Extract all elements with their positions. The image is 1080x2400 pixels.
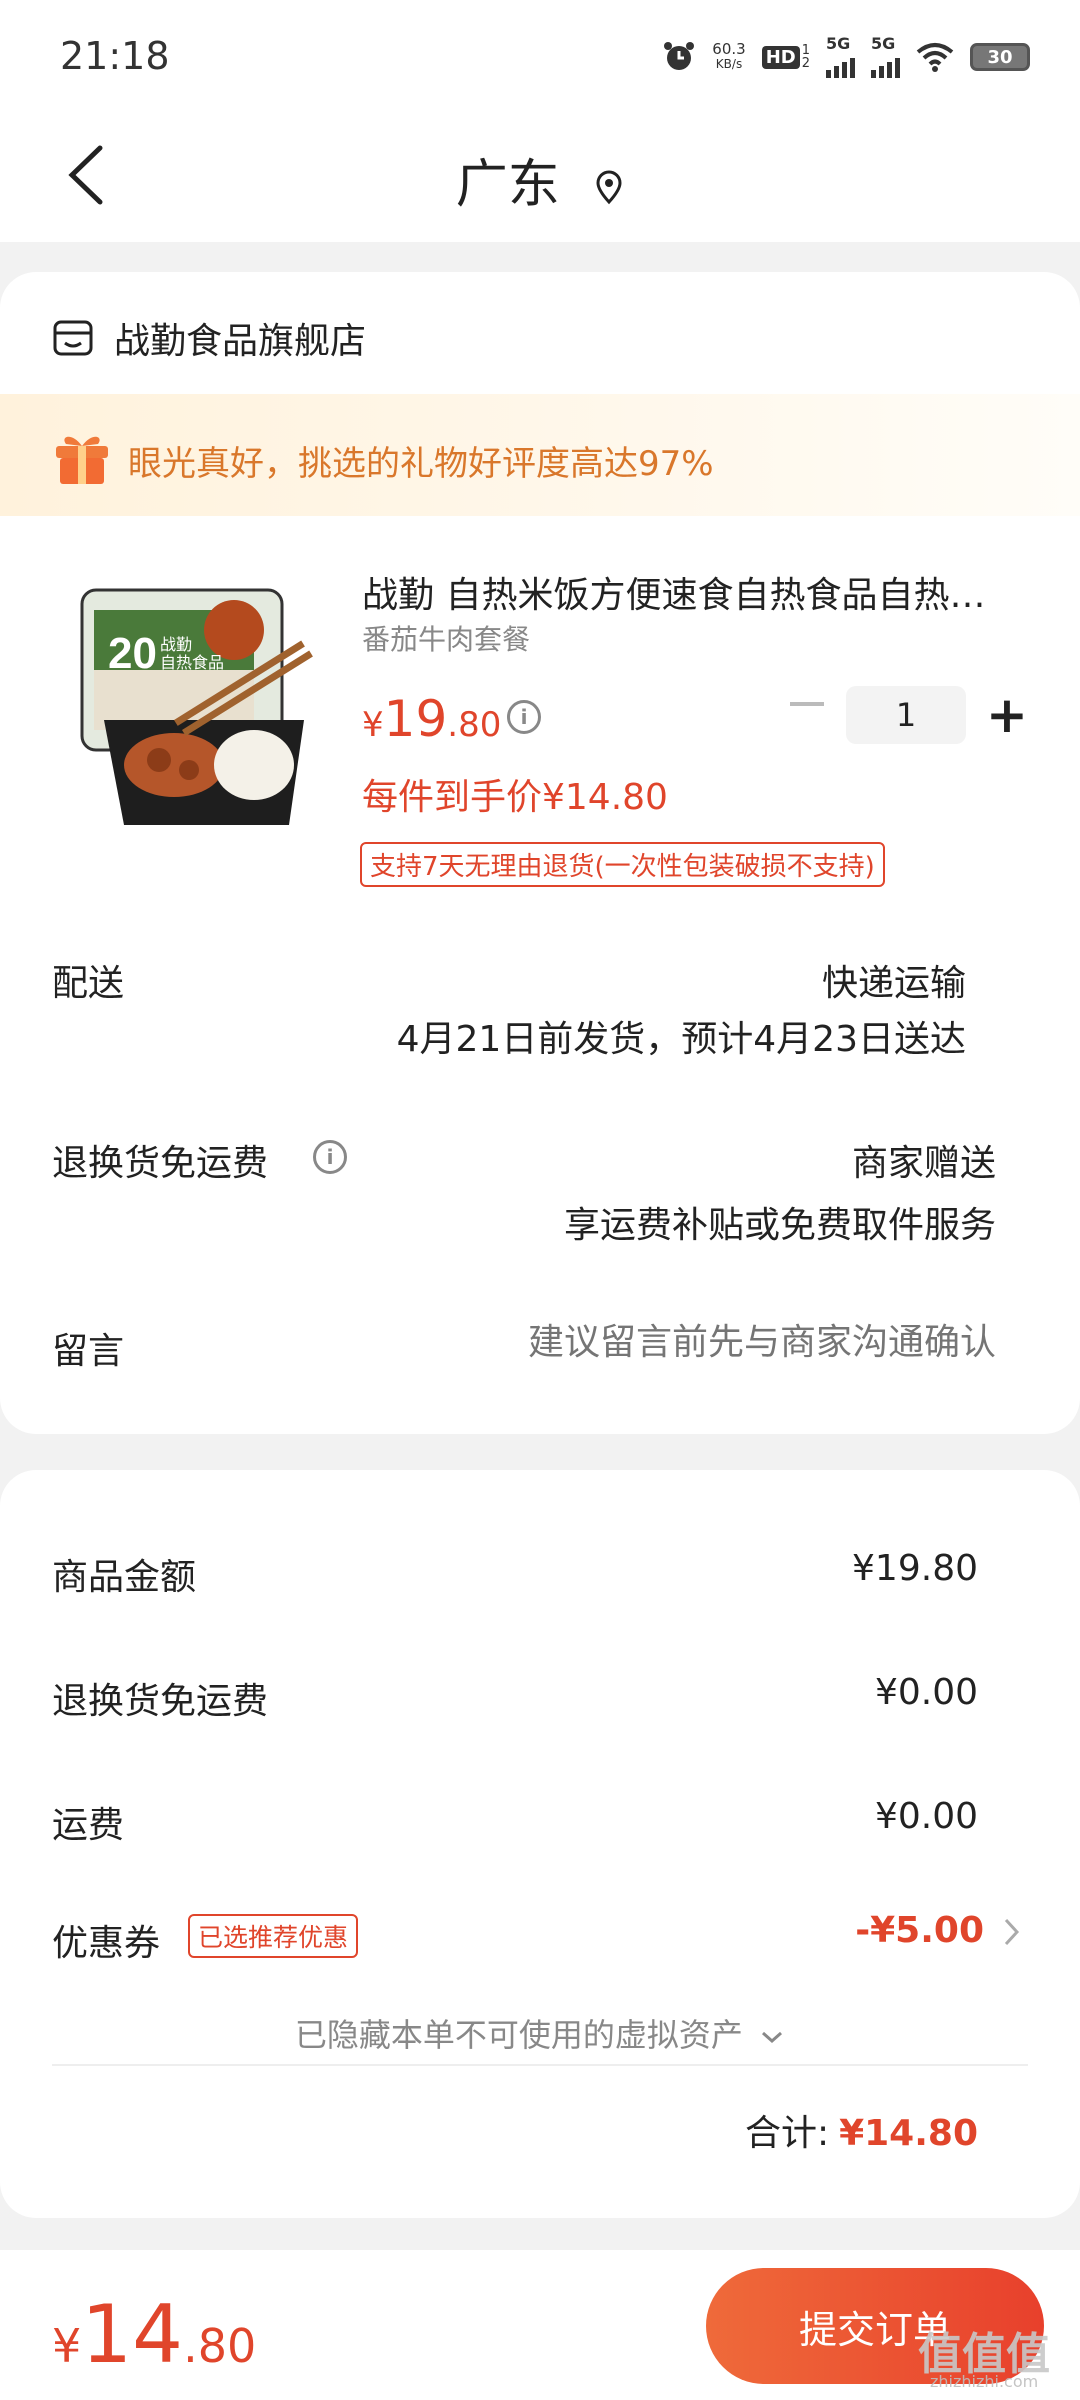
sim2-label: 5G [871,34,896,53]
return-shipping-value: 商家赠送 [851,1143,996,1184]
each-price: 每件到手价¥14.80 [362,777,668,818]
message-input[interactable] [436,1312,996,1372]
product-title[interactable]: 战勤 自热米饭方便速食自热食品自热米饭 [362,566,1002,618]
coupon-tag: 已选推荐优惠 [188,1914,359,1958]
net-speed-value: 60.3 [712,40,746,58]
hd-subscripts: 1 2 [802,44,810,70]
return-policy-tag: 支持7天无理由退货(一次性包装破损不支持) [360,842,885,887]
product-image-number: 20 [108,629,157,678]
shipping-value: ¥0.00 [874,1796,978,1837]
goods-amount-value: ¥19.80 [852,1548,978,1589]
bottom-price-integer: 14 [81,2288,184,2381]
product-image-brand: 战勤 [160,635,192,654]
chevron-down-icon [762,2031,783,2044]
coupon-value[interactable]: -¥5.00 [855,1910,984,1951]
product-variant[interactable]: 番茄牛肉套餐 [362,618,530,658]
store-icon [53,320,93,356]
gift-banner-text: 眼光真好，挑选的礼物好评度高达97% [128,444,714,484]
delivery-label: 配送 [52,963,125,1004]
bottom-price-currency: ¥ [52,2319,82,2373]
total-label: 合计: [744,2113,830,2154]
bottom-price-decimal: .80 [183,2319,257,2373]
wifi-icon [916,42,954,72]
signal-sim2-icon: 5G [871,36,900,78]
status-icons: 60.3 KB/s HD 1 2 5G 5G 30 [662,36,1030,78]
total-value: ¥14.80 [839,2113,978,2154]
battery-level: 30 [987,46,1013,68]
shipping-label: 运费 [52,1805,125,1846]
product-image[interactable]: 20 战勤 自热食品 [74,570,324,832]
message-label: 留言 [52,1331,125,1372]
location-pin-icon [594,158,624,218]
price-decimal: .80 [447,705,502,745]
goods-amount-label: 商品金额 [52,1557,197,1598]
bottom-total-price: ¥14.80 [52,2288,256,2381]
alarm-icon [662,40,696,74]
shop-row[interactable]: 战勤食品旗舰店 [52,312,366,364]
shop-name: 战勤食品旗舰店 [114,321,367,362]
net-speed: 60.3 KB/s [712,42,745,72]
return-shipping-info-icon[interactable]: i [313,1140,347,1174]
nav-bar: 广东 [0,110,1080,242]
price-integer: 19 [383,690,448,748]
chevron-right-icon[interactable] [1002,1914,1022,1954]
coupon-label: 优惠券 [52,1923,161,1964]
product-image-label: 自热食品 [160,653,224,672]
hd-icon: HD 1 2 [761,44,810,70]
delivery-eta: 4月21日前发货，预计4月23日送达 [396,1019,966,1060]
quantity-decrease-button[interactable] [790,702,824,706]
hidden-assets-text: 已隐藏本单不可使用的虚拟资产 [294,2016,743,2054]
location-title[interactable]: 广东 [0,142,1080,218]
order-total: 合计: ¥14.80 [745,2104,978,2156]
gift-icon [52,430,112,486]
delivery-method[interactable]: 快递运输 [822,954,966,1006]
hd-sub-2: 2 [801,56,810,71]
summary-divider [52,2064,1028,2066]
return-fee-value: ¥0.00 [874,1672,978,1713]
status-time: 21:18 [60,34,170,78]
price-currency: ¥ [362,705,384,745]
return-shipping-sub: 享运费补贴或免费取件服务 [563,1205,996,1246]
return-shipping-label: 退换货免运费 [52,1143,269,1184]
price-info-icon[interactable]: i [507,700,541,734]
net-speed-unit: KB/s [715,57,743,71]
hidden-assets-toggle[interactable]: 已隐藏本单不可使用的虚拟资产 [0,2010,1080,2056]
quantity-increase-button[interactable]: + [986,690,1028,740]
sim1-label: 5G [826,34,851,53]
quantity-field[interactable]: 1 [846,686,966,744]
battery-icon: 30 [970,43,1030,71]
return-fee-label: 退换货免运费 [52,1681,269,1722]
status-bar: 21:18 60.3 KB/s HD 1 2 5G 5G 30 [0,0,1080,110]
location-name: 广东 [455,155,560,215]
signal-sim1-icon: 5G [826,36,855,78]
product-price: ¥19.80 [362,690,501,748]
watermark-url: zhizhizhi.com [930,2372,1039,2391]
hd-label: HD [761,45,800,69]
